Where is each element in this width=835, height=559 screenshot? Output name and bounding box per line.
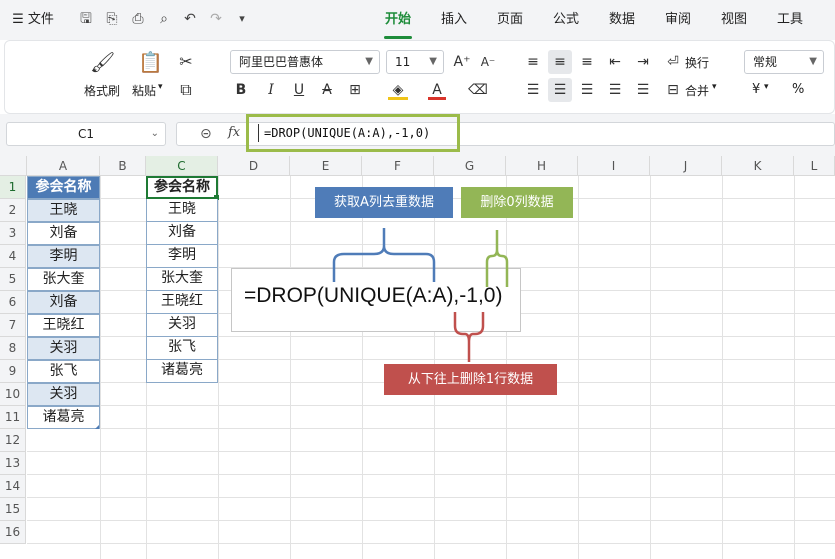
red-brace [453, 312, 485, 362]
blue-brace [332, 228, 436, 282]
green-brace [485, 230, 509, 287]
bracket-overlay [332, 228, 509, 362]
